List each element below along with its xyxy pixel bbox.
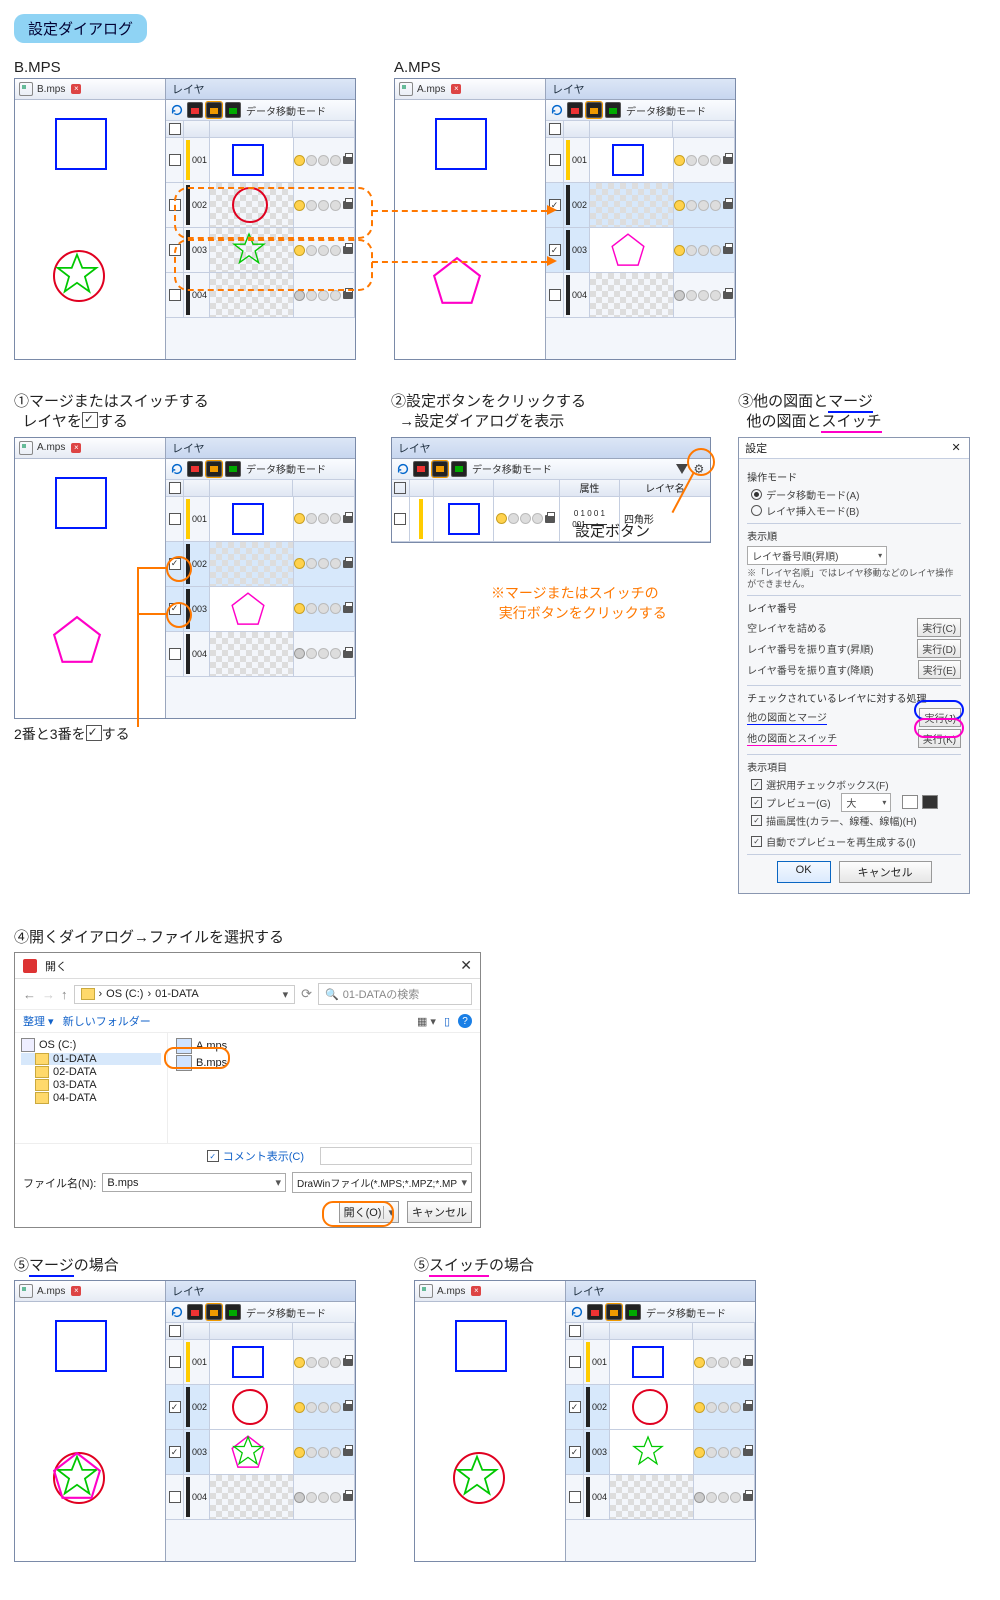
close-icon[interactable]: ✕: [949, 441, 963, 455]
open-dialog-title: 開く: [45, 958, 67, 974]
printer-icon[interactable]: [343, 156, 353, 164]
mode-icon-2[interactable]: [206, 102, 222, 118]
settings-dialog: 設定✕ 操作モード データ移動モード(A) レイヤ挿入モード(B) 表示順 レイ…: [738, 437, 970, 894]
canvas: [15, 100, 165, 359]
ok-button[interactable]: OK: [777, 861, 831, 883]
title-chip: 設定ダイアログ: [14, 14, 147, 43]
tabbar: B.mps ×: [15, 79, 165, 100]
folder-icon: [81, 988, 95, 1000]
view-icon[interactable]: ▦ ▾: [417, 1015, 436, 1028]
step5-merge-heading: ⑤マージの場合: [14, 1256, 394, 1276]
cancel-button[interactable]: キャンセル: [839, 861, 932, 883]
step5-switch-heading: ⑤スイッチの場合: [414, 1256, 794, 1276]
exec-button[interactable]: 実行(D): [917, 639, 961, 658]
annotation-dashed-box: [174, 239, 373, 291]
annotation-ring-magenta: [914, 718, 964, 738]
new-folder-button[interactable]: 新しいフォルダー: [63, 1016, 151, 1028]
organize-menu[interactable]: 整理: [23, 1016, 45, 1028]
doc-icon: [19, 82, 33, 96]
label-amps: A.MPS: [394, 59, 754, 76]
folder-tree[interactable]: OS (C:) 01-DATA 02-DATA 03-DATA 04-DATA: [15, 1033, 168, 1143]
search-input[interactable]: 🔍01-DATAの検索: [318, 983, 472, 1005]
select-all-checkbox[interactable]: [169, 123, 181, 135]
tab-close-icon[interactable]: ×: [451, 84, 461, 94]
mode-label: データ移動モード: [246, 103, 326, 118]
annotation-arrow: [372, 261, 547, 263]
cancel-button[interactable]: キャンセル: [407, 1201, 472, 1223]
breadcrumb[interactable]: ›OS (C:)›01-DATA ▾: [74, 985, 296, 1004]
annotation-dashed-box: [174, 187, 373, 239]
tab-close-icon[interactable]: ×: [71, 84, 81, 94]
checkbox[interactable]: ✓: [751, 836, 762, 847]
step4-heading: ④開くダイアログ→ファイルを選択する: [14, 928, 986, 948]
window-amps-before: A.mps× レイヤ データ移動モード 001 ✓002 ✓003 004: [394, 78, 736, 360]
close-icon[interactable]: ✕: [460, 957, 472, 974]
checkbox[interactable]: ✓: [751, 779, 762, 790]
radio[interactable]: [751, 505, 762, 516]
col-attr: 属性: [560, 480, 620, 496]
preview-size-select[interactable]: 大▾: [841, 793, 891, 812]
mode-icon-1[interactable]: [187, 102, 203, 118]
step3-heading: ③他の図面とマージ 他の図面とスイッチ: [738, 392, 986, 433]
sort-select[interactable]: レイヤ番号順(昇順)▾: [747, 546, 887, 565]
col-layername: レイヤ名: [620, 480, 710, 496]
help-icon[interactable]: ?: [458, 1014, 472, 1028]
annotation-circle: [322, 1201, 394, 1227]
mode-icon-3[interactable]: [225, 102, 241, 118]
reload-icon[interactable]: [170, 103, 184, 117]
panel-title: レイヤ: [166, 79, 355, 100]
filetype-select[interactable]: DraWinファイル(*.MPS;*.MPZ;*.MP▾: [292, 1172, 472, 1193]
nav-back-icon[interactable]: ←: [23, 987, 36, 1002]
exec-button[interactable]: 実行(E): [918, 660, 961, 679]
open-dialog: 開く ✕ ← → ↑ ›OS (C:)›01-DATA ▾ ⟳ 🔍01-DATA…: [14, 952, 481, 1228]
preview-pane-icon[interactable]: ▯: [444, 1015, 450, 1028]
step1-heading: ①マージまたはスイッチする レイヤをする: [14, 392, 371, 433]
window-amps-step1: A.mps× レイヤ データ移動モード 001 ✓002 ✓003 004: [14, 437, 356, 719]
layer-row[interactable]: 001: [166, 138, 355, 183]
layer-panel-wide: レイヤ データ移動モード ⚙ 属性 レイヤ名: [391, 437, 711, 543]
filter-icon[interactable]: [676, 464, 688, 474]
nav-up-icon[interactable]: ↑: [61, 987, 68, 1002]
row-checkbox[interactable]: [169, 154, 181, 166]
annotation-circle: [166, 602, 192, 628]
checkbox[interactable]: ✓: [751, 815, 762, 826]
window-switch-result: A.mps× レイヤ データ移動モード 001 ✓002 ✓003 004: [414, 1280, 756, 1562]
bulb-icon[interactable]: [295, 156, 304, 165]
label-bmps: B.MPS: [14, 59, 374, 76]
dialog-title: 設定: [745, 440, 767, 456]
exec-button[interactable]: 実行(C): [917, 618, 961, 637]
filename-input[interactable]: B.mps▾: [102, 1173, 286, 1192]
annotation-circle: [687, 448, 715, 476]
annotation-ring-blue: [914, 700, 964, 720]
row-checkbox-checked[interactable]: ✓: [549, 244, 561, 256]
app-icon: [23, 959, 37, 973]
annotation-circle: [166, 556, 192, 582]
panel-toolbar: データ移動モード: [166, 100, 355, 121]
filename-label: ファイル名(N):: [23, 1175, 96, 1191]
refresh-icon[interactable]: ⟳: [301, 986, 312, 1002]
checkbox-icon: [82, 412, 98, 428]
radio[interactable]: [751, 489, 762, 500]
nav-fwd-icon[interactable]: →: [42, 987, 55, 1002]
annotation-arrow: [372, 210, 547, 212]
window-merge-result: A.mps× レイヤ データ移動モード 001 ✓002 ✓003 004: [14, 1280, 356, 1562]
panel-header: [166, 121, 355, 138]
step1-note: 2番と3番をする: [14, 725, 371, 744]
drive-icon: [21, 1038, 35, 1052]
tab-filename[interactable]: A.mps: [417, 84, 445, 95]
row-checkbox[interactable]: [169, 289, 181, 301]
step2-heading: ②設定ボタンをクリックする →設定ダイアログを表示: [391, 392, 718, 433]
tab-filename[interactable]: B.mps: [37, 84, 65, 95]
step2-warning: ※マージまたはスイッチの 実行ボタンをクリックする: [491, 584, 667, 623]
annotation-circle: [164, 1047, 230, 1069]
comment-checkbox[interactable]: コメント表示(C): [223, 1148, 304, 1164]
settings-button-label: 設定ボタン: [575, 520, 650, 541]
file-list[interactable]: A.mps B.mps: [168, 1033, 480, 1143]
checkbox[interactable]: ✓: [751, 797, 762, 808]
